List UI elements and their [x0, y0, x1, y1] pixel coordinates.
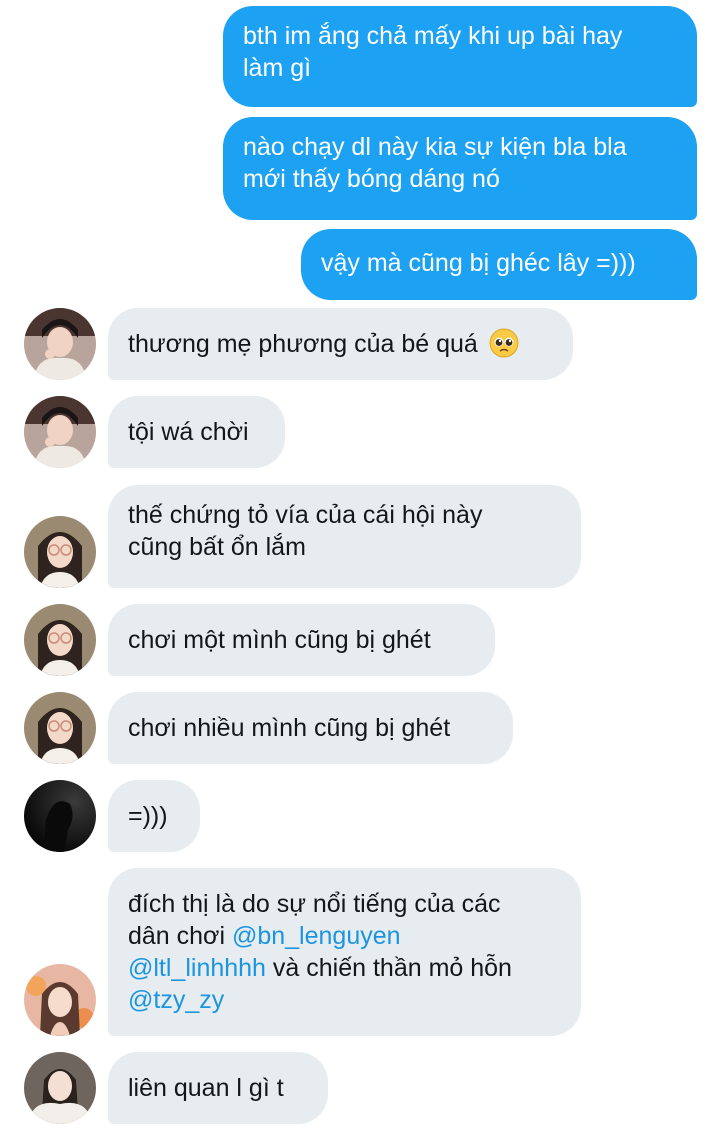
message-line: vậy mà cũng bị ghéc lây =)))	[321, 249, 636, 277]
received-message-4[interactable]: chơi một mình cũng bị ghét	[108, 604, 495, 676]
avatar[interactable]	[24, 692, 96, 764]
message-line: thế chứng tỏ vía của cái hội này	[128, 501, 483, 529]
message-text: =)))	[128, 802, 168, 830]
avatar[interactable]	[24, 780, 96, 852]
message-text: tội wá chời	[128, 418, 249, 446]
avatar-photo	[24, 604, 96, 676]
message-line: nào chạy dl này kia sự kiện bla bla	[243, 133, 627, 161]
avatar-photo	[24, 308, 96, 380]
avatar[interactable]	[24, 308, 96, 380]
avatar-photo	[24, 692, 96, 764]
avatar[interactable]	[24, 1052, 96, 1124]
mention-link[interactable]: @bn_lenguyen	[232, 922, 401, 950]
message-text: liên quan l gì t	[128, 1074, 284, 1102]
avatar[interactable]	[24, 516, 96, 588]
message-line: làm gì	[243, 54, 312, 82]
sent-message-1[interactable]: bth im ắng chả mấy khi up bài hay làm gì	[223, 6, 697, 107]
message-line: mới thấy bóng dáng nó	[243, 165, 500, 193]
avatar-photo	[24, 780, 96, 852]
avatar[interactable]	[24, 964, 96, 1036]
mention-link[interactable]: @ltl_linhhhh	[128, 954, 266, 982]
message-line: dân chơi @bn_lenguyen	[128, 920, 561, 952]
message-line: @tzy_zy	[128, 984, 561, 1016]
avatar-photo	[24, 964, 96, 1036]
avatar[interactable]	[24, 396, 96, 468]
message-line: cũng bất ổn lắm	[128, 533, 306, 561]
received-message-2[interactable]: tội wá chời	[108, 396, 285, 468]
avatar-photo	[24, 1052, 96, 1124]
received-message-7[interactable]: đích thị là do sự nổi tiếng của các dân …	[108, 868, 581, 1036]
received-message-8[interactable]: liên quan l gì t	[108, 1052, 328, 1124]
received-message-3[interactable]: thế chứng tỏ vía của cái hội này cũng bấ…	[108, 485, 581, 588]
message-line: bth im ắng chả mấy khi up bài hay	[243, 22, 623, 50]
message-text: chơi một mình cũng bị ghét	[128, 626, 431, 654]
message-text: thương mẹ phương của bé quá	[128, 330, 478, 358]
received-message-5[interactable]: chơi nhiều mình cũng bị ghét	[108, 692, 513, 764]
message-line: đích thị là do sự nổi tiếng của các	[128, 890, 501, 918]
message-text: chơi nhiều mình cũng bị ghét	[128, 714, 451, 742]
message-line: @ltl_linhhhh và chiến thần mỏ hỗn	[128, 952, 561, 984]
sent-message-2[interactable]: nào chạy dl này kia sự kiện bla bla mới …	[223, 117, 697, 220]
mention-link[interactable]: @tzy_zy	[128, 986, 224, 1014]
sent-message-3[interactable]: vậy mà cũng bị ghéc lây =)))	[301, 229, 697, 300]
received-message-1[interactable]: thương mẹ phương của bé quá	[108, 308, 573, 380]
message-text: và chiến thần mỏ hỗn	[265, 954, 512, 982]
avatar-photo	[24, 516, 96, 588]
avatar-photo	[24, 396, 96, 468]
message-text: dân chơi	[128, 922, 232, 950]
received-message-6[interactable]: =)))	[108, 780, 200, 852]
pleading-face-icon	[489, 328, 519, 358]
avatar[interactable]	[24, 604, 96, 676]
